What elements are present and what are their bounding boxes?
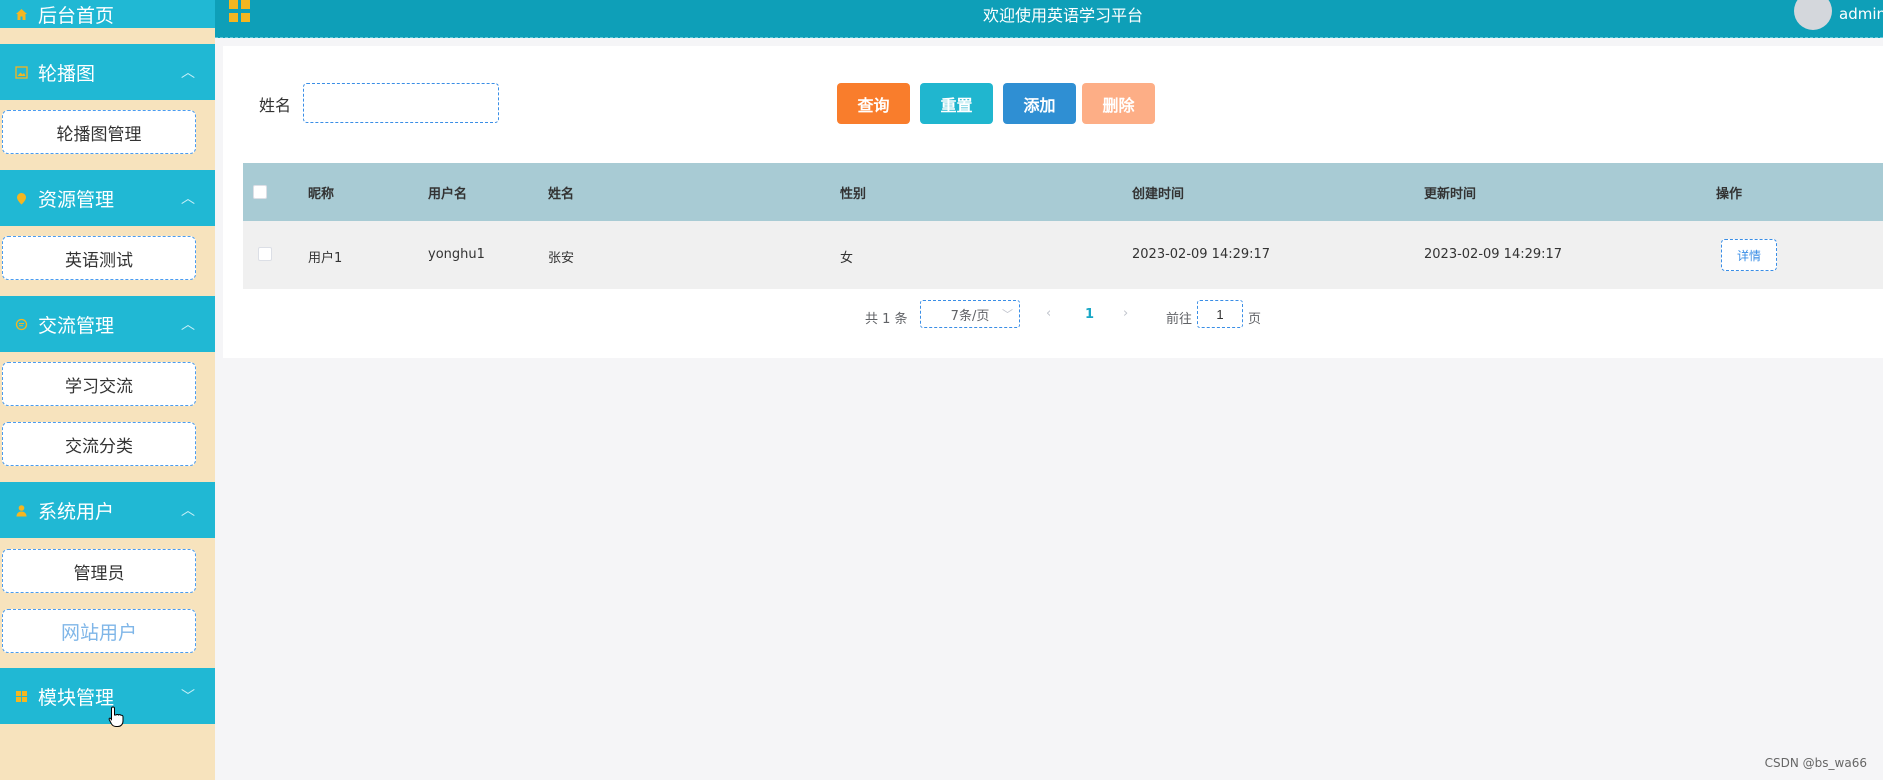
prev-page-icon[interactable]: ‹ (1046, 306, 1051, 321)
chevron-up-icon: ︿ (181, 503, 195, 519)
sidebar-item-carousel-manage[interactable]: 轮播图管理 (2, 110, 196, 154)
row-checkbox[interactable] (258, 247, 272, 261)
chevron-down-icon: ﹀ (181, 689, 195, 705)
sidebar-group-title: 交流管理 (38, 314, 115, 337)
chevron-down-icon: ﹀ (1002, 308, 1013, 321)
sidebar-group-title: 系统用户 (38, 500, 115, 523)
cell-updated: 2023-02-09 14:29:17 (1424, 247, 1563, 262)
page-size-value: 7条/页 (950, 308, 990, 324)
sidebar-item-home[interactable]: 后台首页 (0, 0, 215, 28)
sidebar-group-communication[interactable]: 交流管理 ︿ (0, 296, 215, 352)
sidebar-item-label: 后台首页 (38, 4, 115, 27)
cell-username: yonghu1 (428, 247, 485, 262)
column-header: 更新时间 (1424, 187, 1477, 202)
sidebar-group-system-users[interactable]: 系统用户 ︿ (0, 482, 215, 538)
chevron-up-icon: ︿ (181, 317, 195, 333)
chevron-up-icon: ︿ (181, 191, 195, 207)
chevron-up-icon: ︿ (181, 65, 195, 81)
menu-toggle-icon[interactable] (229, 0, 251, 22)
page-size-select[interactable]: 7条/页 ﹀ (920, 300, 1020, 328)
image-icon (14, 65, 28, 79)
sidebar-item-english-test[interactable]: 英语测试 (2, 236, 196, 280)
sidebar-item-admin[interactable]: 管理员 (2, 549, 196, 593)
column-header: 性别 (840, 187, 867, 202)
delete-button[interactable]: 删除 (1082, 83, 1155, 124)
sidebar-group-title: 轮播图 (38, 62, 96, 85)
goto-page-input[interactable] (1197, 300, 1243, 328)
sidebar: 后台首页 轮播图 ︿ 轮播图管理 资源管理 ︿ 英语测试 交流管理 ︿ 学习交流… (0, 0, 215, 780)
column-header: 昵称 (308, 187, 335, 202)
sidebar-group-carousel[interactable]: 轮播图 ︿ (0, 44, 215, 100)
watermark: CSDN @bs_wa66 (1764, 756, 1867, 770)
query-button[interactable]: 查询 (837, 83, 910, 124)
goto-label: 前往 (1166, 312, 1193, 327)
table-header: 昵称 用户名 姓名 性别 创建时间 更新时间 操作 (243, 163, 1883, 221)
current-page[interactable]: 1 (1085, 307, 1094, 322)
sidebar-group-title: 模块管理 (38, 686, 115, 709)
grid-icon (14, 689, 28, 703)
hand-cursor-icon (108, 706, 124, 727)
page-suffix: 页 (1248, 312, 1262, 327)
header-title: 欢迎使用英语学习平台 (983, 6, 1144, 25)
name-search-input[interactable] (303, 83, 499, 123)
detail-button[interactable]: 详情 (1721, 239, 1777, 271)
column-header: 用户名 (428, 187, 468, 202)
cell-nickname: 用户1 (308, 251, 343, 266)
add-button[interactable]: 添加 (1003, 83, 1076, 124)
content-panel: 姓名 查询 重置 添加 删除 昵称 用户名 姓名 性别 创建时间 更新时间 操作… (223, 46, 1883, 358)
column-header: 创建时间 (1132, 187, 1185, 202)
sidebar-item-study-exchange[interactable]: 学习交流 (2, 362, 196, 406)
sidebar-group-title: 资源管理 (38, 188, 115, 211)
user-icon (14, 503, 28, 517)
next-page-icon[interactable]: › (1123, 306, 1128, 321)
column-header: 姓名 (548, 187, 575, 202)
column-header: 操作 (1716, 187, 1743, 202)
users-table: 昵称 用户名 姓名 性别 创建时间 更新时间 操作 用户1 yonghu1 张安… (243, 163, 1883, 289)
sidebar-item-site-users[interactable]: 网站用户 (2, 609, 196, 653)
sidebar-item-exchange-category[interactable]: 交流分类 (2, 422, 196, 466)
cell-name: 张安 (548, 251, 575, 266)
select-all-checkbox[interactable] (253, 185, 267, 199)
home-icon (14, 7, 28, 21)
pagination-total: 共 1 条 (865, 312, 908, 327)
table-row: 用户1 yonghu1 张安 女 2023-02-09 14:29:17 202… (243, 221, 1883, 289)
cell-gender: 女 (840, 251, 854, 266)
location-pin-icon (14, 191, 28, 205)
top-header: 欢迎使用英语学习平台 admin (215, 0, 1883, 38)
cell-created: 2023-02-09 14:29:17 (1132, 247, 1271, 262)
sidebar-group-resources[interactable]: 资源管理 ︿ (0, 170, 215, 226)
avatar[interactable] (1794, 0, 1832, 30)
chat-icon (14, 317, 28, 331)
reset-button[interactable]: 重置 (920, 83, 993, 124)
search-label: 姓名 (259, 96, 292, 115)
username-label[interactable]: admin (1839, 5, 1883, 23)
detail-button-label: 详情 (1721, 239, 1777, 271)
